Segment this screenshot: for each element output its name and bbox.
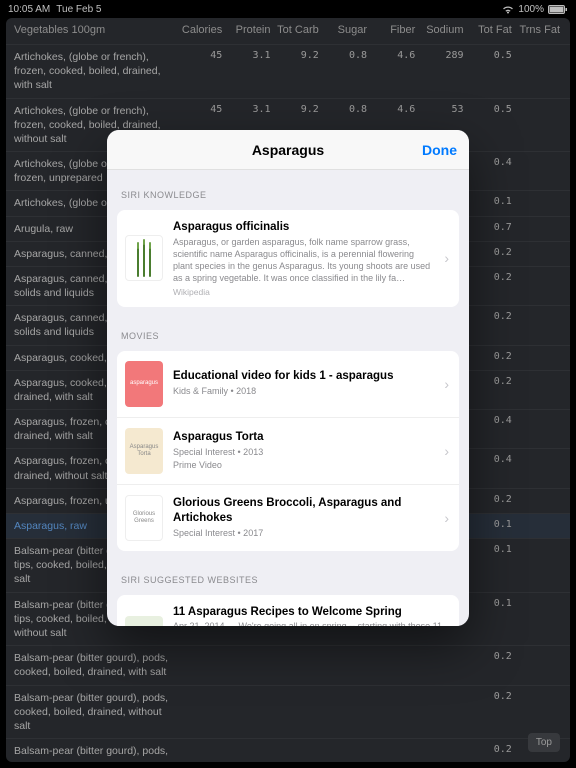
lookup-modal: Asparagus Done SIRI KNOWLEDGE Asparagus …	[107, 130, 469, 626]
movie-subtitle: Kids & Family • 2018	[173, 385, 434, 397]
section-label-siri-knowledge: SIRI KNOWLEDGE	[107, 184, 469, 206]
movie-title: Educational video for kids 1 - asparagus	[173, 369, 434, 384]
modal-header: Asparagus Done	[107, 130, 469, 170]
website-item[interactable]: 11 Asparagus Recipes to Welcome SpringAp…	[117, 595, 459, 627]
movie-subtitle: Special Interest • 2013	[173, 446, 434, 458]
movie-thumbnail: Glorious Greens	[125, 495, 163, 541]
movie-item[interactable]: Asparagus TortaAsparagus TortaSpecial In…	[117, 417, 459, 484]
chevron-right-icon: ›	[444, 250, 449, 266]
website-title: 11 Asparagus Recipes to Welcome Spring	[173, 605, 451, 620]
movie-title: Asparagus Torta	[173, 430, 434, 445]
knowledge-source: Wikipedia	[173, 287, 434, 297]
websites-card: 11 Asparagus Recipes to Welcome SpringAp…	[117, 595, 459, 627]
movie-subtitle: Special Interest • 2017	[173, 527, 434, 539]
siri-knowledge-card: Asparagus officinalis Asparagus, or gard…	[117, 210, 459, 307]
website-thumbnail	[125, 616, 163, 626]
movie-item[interactable]: asparagus Educational video for kids 1 - …	[117, 351, 459, 417]
movie-item[interactable]: Glorious Greens Glorious Greens Broccoli,…	[117, 484, 459, 551]
chevron-right-icon: ›	[444, 376, 449, 392]
modal-body[interactable]: SIRI KNOWLEDGE Asparagus officinalis Asp…	[107, 170, 469, 626]
website-snippet: Apr 21, 2014 — We're going all in on spr…	[173, 620, 451, 626]
chevron-right-icon: ›	[444, 510, 449, 526]
movie-provider: Prime Video	[173, 459, 434, 471]
movie-title: Glorious Greens Broccoli, Asparagus and …	[173, 496, 434, 526]
section-label-websites: SIRI SUGGESTED WEBSITES	[107, 569, 469, 591]
asparagus-plant-icon	[125, 235, 163, 281]
knowledge-desc: Asparagus, or garden asparagus, folk nam…	[173, 236, 434, 285]
movie-thumbnail: asparagus	[125, 361, 163, 407]
movies-card: asparagus Educational video for kids 1 - …	[117, 351, 459, 551]
done-button[interactable]: Done	[422, 142, 457, 158]
chevron-right-icon: ›	[444, 443, 449, 459]
movie-thumbnail: Asparagus Torta	[125, 428, 163, 474]
section-label-movies: MOVIES	[107, 325, 469, 347]
modal-title: Asparagus	[252, 142, 324, 158]
siri-knowledge-item[interactable]: Asparagus officinalis Asparagus, or gard…	[117, 210, 459, 307]
knowledge-title: Asparagus officinalis	[173, 220, 434, 235]
